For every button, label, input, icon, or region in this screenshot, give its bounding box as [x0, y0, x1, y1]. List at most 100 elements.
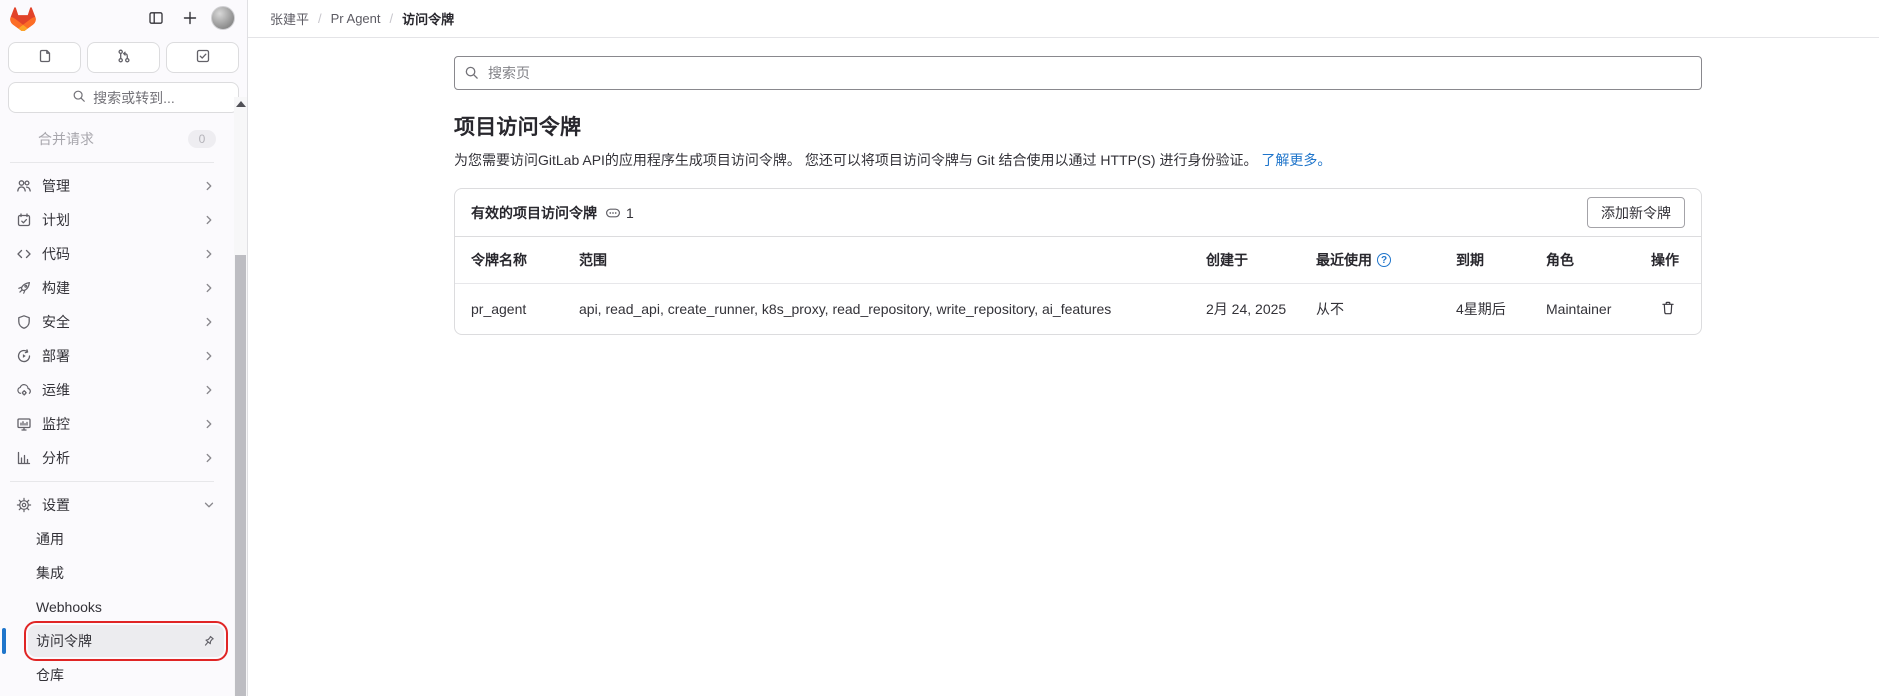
main-area: 张建平 / Pr Agent / 访问令牌 项目访问令牌 为您需要访问GitLa…: [248, 0, 1879, 696]
add-token-button[interactable]: 添加新令牌: [1587, 197, 1685, 228]
sidebar-item-operate[interactable]: 运维: [8, 374, 224, 406]
description-text: 为您需要访问GitLab API的应用程序生成项目访问令牌。 您还可以将项目访问…: [454, 152, 1257, 168]
sidebar-toggle-button[interactable]: [143, 5, 169, 31]
issues-icon: [37, 48, 53, 67]
token-created: 2月 24, 2025: [1206, 299, 1316, 319]
sidebar-item-label: 访问令牌: [36, 631, 92, 651]
sidebar-nav: 合并请求 0 管理 计划 代码 构建: [0, 117, 224, 691]
chevron-right-icon: [202, 213, 216, 227]
breadcrumb-separator: /: [318, 11, 322, 26]
search-or-go-button[interactable]: 搜索或转到...: [8, 82, 239, 113]
token-table-header: 令牌名称 范围 创建于 最近使用 ? 到期 角色 操作: [455, 237, 1701, 284]
column-header-created: 创建于: [1206, 250, 1316, 270]
sidebar-item-label: 计划: [42, 210, 70, 230]
sidebar-header: [0, 0, 247, 36]
chevron-down-icon: [202, 498, 216, 512]
sidebar-item-settings[interactable]: 设置: [8, 489, 224, 521]
todos-shortcut-button[interactable]: [166, 42, 239, 73]
token-role: Maintainer: [1546, 301, 1651, 317]
sidebar-item-label: 通用: [36, 529, 64, 549]
chevron-right-icon: [202, 417, 216, 431]
page-title: 项目访问令牌: [454, 111, 1702, 141]
cloud-gear-icon: [16, 382, 32, 398]
card-title: 有效的项目访问令牌: [471, 203, 597, 223]
sidebar-item-plan[interactable]: 计划: [8, 204, 224, 236]
scrollbar-thumb[interactable]: [235, 255, 246, 696]
chevron-right-icon: [202, 247, 216, 261]
sidebar-item-deploy[interactable]: 部署: [8, 340, 224, 372]
column-header-last-used: 最近使用: [1316, 250, 1372, 270]
sidebar-item-monitor[interactable]: 监控: [8, 408, 224, 440]
sidebar-item-label: 构建: [42, 278, 70, 298]
delete-token-button[interactable]: [1658, 298, 1678, 321]
deploy-icon: [16, 348, 32, 364]
users-icon: [16, 178, 32, 194]
monitor-icon: [16, 416, 32, 432]
sidebar-item-access-tokens[interactable]: 访问令牌: [28, 625, 224, 657]
sidebar-item-label: 监控: [42, 414, 70, 434]
sidebar-item-secure[interactable]: 安全: [8, 306, 224, 338]
breadcrumb-separator: /: [390, 11, 394, 26]
chevron-right-icon: [202, 315, 216, 329]
breadcrumb-project[interactable]: Pr Agent: [331, 11, 381, 26]
sidebar-item-code[interactable]: 代码: [8, 238, 224, 270]
page-content: 项目访问令牌 为您需要访问GitLab API的应用程序生成项目访问令牌。 您还…: [248, 38, 1879, 335]
token-count: 1: [626, 205, 634, 221]
breadcrumb-group[interactable]: 张建平: [270, 9, 309, 28]
create-new-button[interactable]: [177, 5, 203, 31]
sidebar-item-label: 运维: [42, 380, 70, 400]
token-scopes: api, read_api, create_runner, k8s_proxy,…: [579, 301, 1206, 317]
issues-shortcut-button[interactable]: [8, 42, 81, 73]
pin-icon[interactable]: [201, 634, 216, 649]
breadcrumb-current: 访问令牌: [402, 9, 454, 28]
sidebar-item-build[interactable]: 构建: [8, 272, 224, 304]
sidebar-item-manage[interactable]: 管理: [8, 170, 224, 202]
sidebar-item-label: 安全: [42, 312, 70, 332]
learn-more-link[interactable]: 了解更多。: [1261, 152, 1331, 168]
calendar-icon: [16, 212, 32, 228]
column-header-expires: 到期: [1456, 250, 1546, 270]
sidebar-item-label: 部署: [42, 346, 70, 366]
divider: [10, 162, 214, 163]
sidebar-item-repository[interactable]: 仓库: [28, 659, 224, 691]
column-header-scopes: 范围: [579, 250, 1206, 270]
rocket-icon: [16, 280, 32, 296]
chevron-right-icon: [202, 281, 216, 295]
sidebar-item-webhooks[interactable]: Webhooks: [28, 591, 224, 623]
sidebar-item-label: 分析: [42, 448, 70, 468]
sidebar-scrollbar[interactable]: [234, 97, 247, 696]
column-header-name: 令牌名称: [471, 250, 579, 270]
search-icon: [464, 65, 479, 83]
column-header-actions: 操作: [1651, 250, 1685, 270]
token-table-row: pr_agent api, read_api, create_runner, k…: [455, 284, 1701, 334]
breadcrumb: 张建平 / Pr Agent / 访问令牌: [270, 9, 454, 28]
sidebar-item-label: 设置: [42, 495, 70, 515]
gitlab-app: 搜索或转到... 合并请求 0 管理 计划 代码: [0, 0, 1879, 696]
sidebar-item-label: 集成: [36, 563, 64, 583]
settings-search-input[interactable]: [454, 56, 1702, 90]
sidebar-item-integrations[interactable]: 集成: [28, 557, 224, 589]
token-name: pr_agent: [471, 301, 579, 317]
sidebar-item-merge-requests[interactable]: 合并请求 0: [8, 123, 224, 155]
sidebar-item-general[interactable]: 通用: [28, 523, 224, 555]
question-circle-icon[interactable]: ?: [1377, 253, 1391, 267]
chevron-right-icon: [202, 383, 216, 397]
sidebar-item-label: 仓库: [36, 665, 64, 685]
chevron-right-icon: [202, 349, 216, 363]
search-or-go-label: 搜索或转到...: [93, 88, 175, 108]
chart-icon: [16, 450, 32, 466]
active-tokens-card: 有效的项目访问令牌 1 添加新令牌 令牌名称 范围 创建于 最近使用 ?: [454, 188, 1702, 335]
scrollbar-up-arrow-icon[interactable]: [236, 101, 246, 107]
user-avatar[interactable]: [211, 6, 235, 30]
sidebar: 搜索或转到... 合并请求 0 管理 计划 代码: [0, 0, 248, 696]
chevron-right-icon: [202, 179, 216, 193]
gitlab-logo[interactable]: [10, 6, 36, 31]
sidebar-item-analyze[interactable]: 分析: [8, 442, 224, 474]
token-expires: 4星期后: [1456, 299, 1546, 319]
todos-icon: [195, 48, 211, 67]
merge-requests-shortcut-button[interactable]: [87, 42, 160, 73]
sidebar-item-label: 合并请求: [12, 129, 94, 149]
page-description: 为您需要访问GitLab API的应用程序生成项目访问令牌。 您还可以将项目访问…: [454, 150, 1702, 170]
column-header-role: 角色: [1546, 250, 1651, 270]
divider: [10, 481, 214, 482]
